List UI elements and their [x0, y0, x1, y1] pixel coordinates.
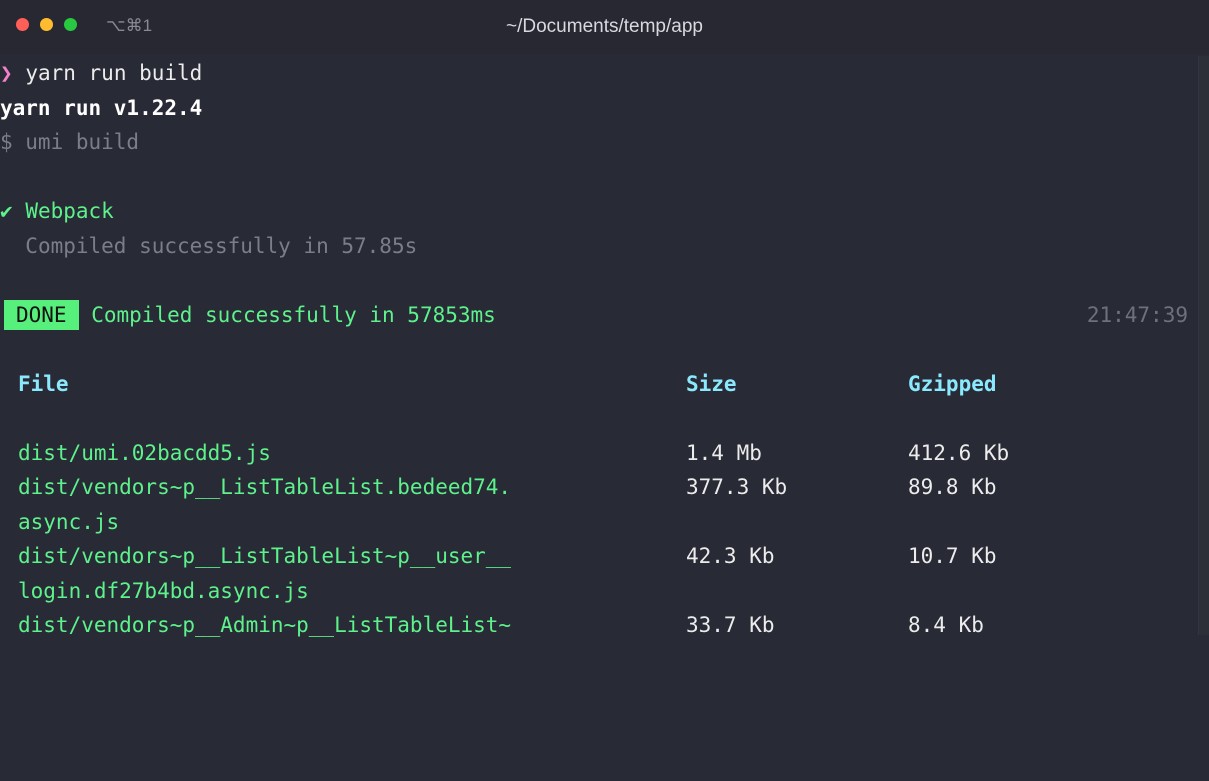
done-message: Compiled successfully in 57853ms	[91, 302, 496, 327]
table-row: dist/vendors~p__ListTableList~p__user__ …	[0, 539, 1200, 574]
table-row: dist/vendors~p__ListTableList.bedeed74. …	[0, 470, 1200, 505]
table-row-continuation: async.js	[0, 505, 1200, 540]
row-gzipped: 8.4 Kb	[908, 613, 984, 637]
row-gzipped: 89.8 Kb	[908, 475, 997, 499]
row-file: dist/umi.02bacdd5.js	[18, 440, 271, 465]
done-line: DONE Compiled successfully in 57853ms 21:…	[0, 298, 1200, 333]
table-row: dist/vendors~p__Admin~p__ListTableList~ …	[0, 608, 1200, 643]
row-file: dist/vendors~p__ListTableList~p__user__	[18, 544, 512, 568]
title-bar: ⌥⌘1 ~/Documents/temp/app	[0, 0, 1209, 54]
row-size: 33.7 Kb	[686, 613, 775, 637]
row-file: dist/vendors~p__Admin~p__ListTableList~	[18, 613, 512, 637]
row-size: 377.3 Kb	[686, 475, 788, 499]
window-title: ~/Documents/temp/app	[506, 16, 703, 37]
row-gzipped: 10.7 Kb	[908, 544, 997, 568]
table-row-continuation: login.df27b4bd.async.js	[0, 574, 1200, 609]
row-file: dist/vendors~p__ListTableList.bedeed74.	[18, 475, 512, 499]
webpack-compiled-line: Compiled successfully in 57.85s	[0, 229, 1200, 264]
yarn-version-line: yarn run v1.22.4	[0, 95, 203, 120]
command-text: yarn run build	[25, 61, 203, 85]
row-size: 42.3 Kb	[686, 544, 775, 568]
done-timestamp: 21:47:39	[1086, 302, 1188, 327]
table-header: File Size Gzipped	[0, 367, 1200, 402]
umi-build-line: $ umi build	[0, 130, 140, 154]
webpack-status-line: ✔ Webpack	[0, 194, 1200, 229]
check-icon: ✔	[0, 199, 13, 223]
webpack-label: Webpack	[25, 199, 114, 223]
row-size: 1.4 Mb	[686, 440, 762, 465]
prompt-arrow-icon: ❯	[0, 61, 13, 85]
webpack-compiled-text: Compiled successfully in 57.85s	[25, 233, 418, 258]
header-size: Size	[686, 371, 737, 396]
row-file: login.df27b4bd.async.js	[18, 578, 309, 603]
header-gzipped: Gzipped	[908, 371, 997, 396]
row-file: async.js	[18, 509, 120, 534]
command-line: ❯ yarn run build	[0, 56, 1200, 91]
row-gzipped: 412.6 Kb	[908, 440, 1010, 465]
table-row: dist/umi.02bacdd5.js 1.4 Mb 412.6 Kb	[0, 436, 1200, 471]
done-badge: DONE	[4, 299, 79, 330]
header-file: File	[18, 371, 69, 396]
terminal-output[interactable]: ❯ yarn run build yarn run v1.22.4 $ umi …	[0, 56, 1200, 643]
